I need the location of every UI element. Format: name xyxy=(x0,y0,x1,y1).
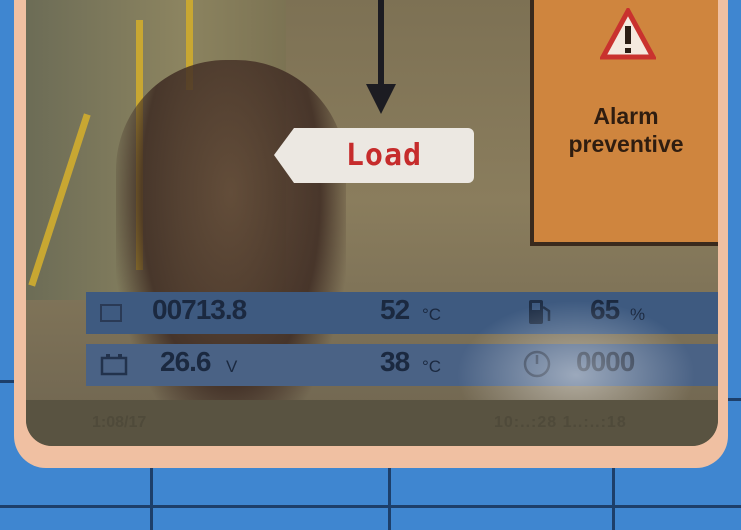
odometer-value: 00713.8 xyxy=(152,294,247,325)
load-arrow-head xyxy=(366,84,396,114)
oil-temperature-icon xyxy=(322,349,350,379)
battery-icon xyxy=(100,349,128,379)
coolant-temperature-icon xyxy=(322,297,350,327)
vehicle-display-screen: Load Alarm preventive 00713.8 52 °C 6 xyxy=(26,0,718,446)
floor-tile-line xyxy=(0,380,14,383)
temp-2-unit: °C xyxy=(422,357,442,376)
footer-bar: 1:08/17 10:..:28 1..:..:18 xyxy=(26,400,718,446)
footer-date: 1:08/17 xyxy=(92,414,147,431)
warning-triangle-icon xyxy=(600,8,656,60)
alarm-subtitle: preventive xyxy=(568,131,684,157)
voltage-unit: V xyxy=(226,357,238,376)
floor-tile-line xyxy=(388,468,391,530)
floor-tile-line xyxy=(728,398,741,401)
temp-1-value: 52 xyxy=(380,294,410,325)
floor-tile-line xyxy=(150,468,153,530)
odometer-icon xyxy=(98,297,126,327)
temp-2-value: 38 xyxy=(380,346,410,377)
load-label: Load xyxy=(274,128,474,183)
temp-1-unit: °C xyxy=(422,305,442,324)
alarm-title: Alarm xyxy=(593,103,659,129)
alarm-panel[interactable]: Alarm preventive xyxy=(530,0,718,246)
footer-time: 10:..:28 1..:..:18 xyxy=(494,414,627,431)
floor-tile-line xyxy=(0,505,741,508)
load-arrow xyxy=(378,0,384,90)
floor-tile-line xyxy=(612,468,615,530)
voltage-value: 26.6 xyxy=(160,346,211,377)
